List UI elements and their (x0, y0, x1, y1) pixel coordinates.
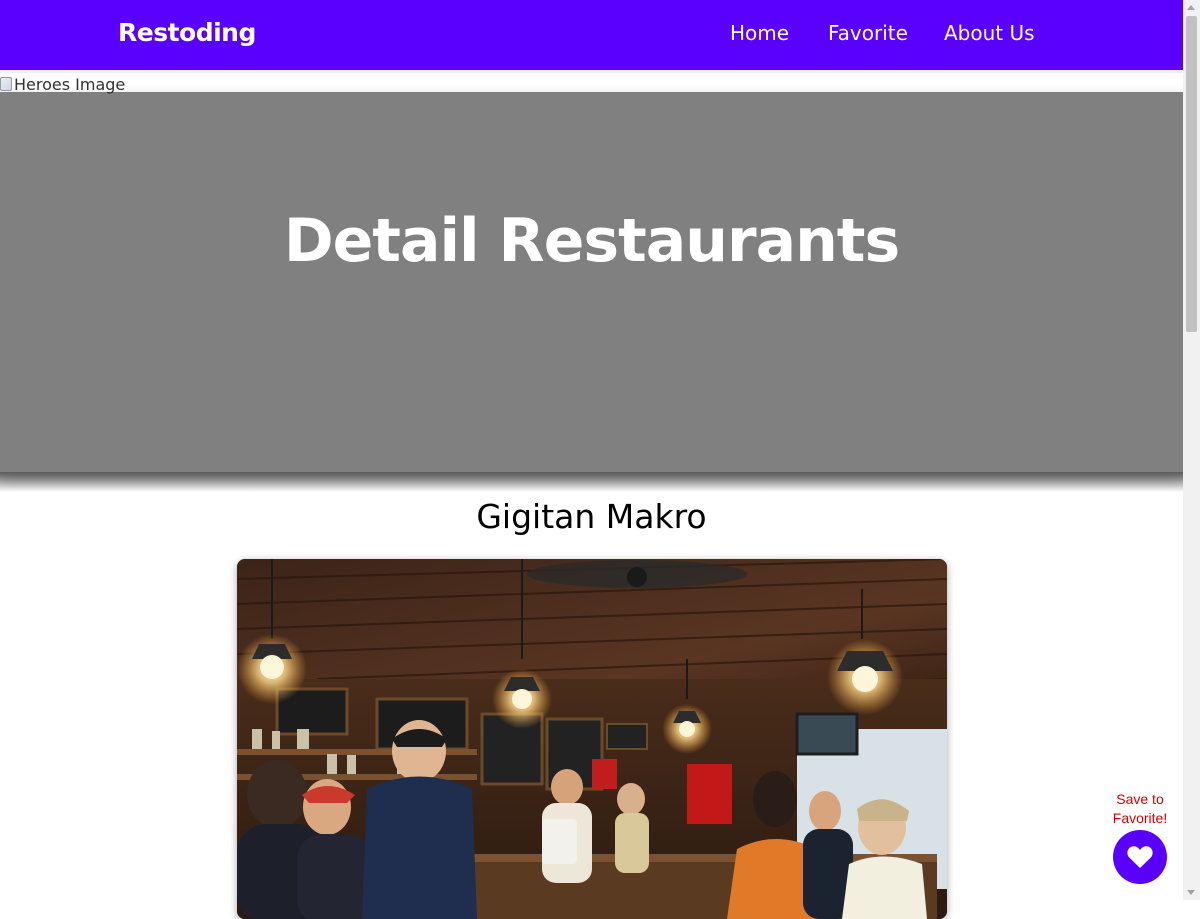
scroll-up-arrow-icon[interactable] (1187, 5, 1195, 10)
hero-title: Detail Restaurants (283, 206, 900, 276)
save-to-favorite-label: Save to Favorite! (1112, 791, 1168, 826)
restaurant-photo (237, 559, 947, 919)
hero-image-broken: Heroes Image (0, 74, 125, 94)
scrollbar-thumb[interactable] (1186, 16, 1197, 332)
nav-link-favorite[interactable]: Favorite (828, 21, 908, 45)
save-to-favorite-button[interactable] (1113, 830, 1167, 884)
restaurant-interior-illustration (237, 559, 947, 919)
page-scrollbar[interactable] (1183, 0, 1200, 900)
heart-icon (1127, 846, 1153, 868)
hero-image-alt-text: Heroes Image (14, 74, 126, 94)
nav-link-home[interactable]: Home (730, 21, 789, 45)
app-header: Restoding Home Favorite About Us (0, 0, 1183, 70)
brand-logo-link[interactable]: Restoding (118, 18, 256, 47)
hero-shadow (0, 472, 1183, 492)
header-divider (0, 70, 1183, 73)
nav-link-about-us[interactable]: About Us (944, 21, 1035, 45)
broken-image-icon (0, 77, 12, 91)
restaurant-name: Gigitan Makro (476, 497, 707, 536)
hero-banner (0, 92, 1183, 472)
scroll-down-arrow-icon[interactable] (1187, 890, 1195, 895)
